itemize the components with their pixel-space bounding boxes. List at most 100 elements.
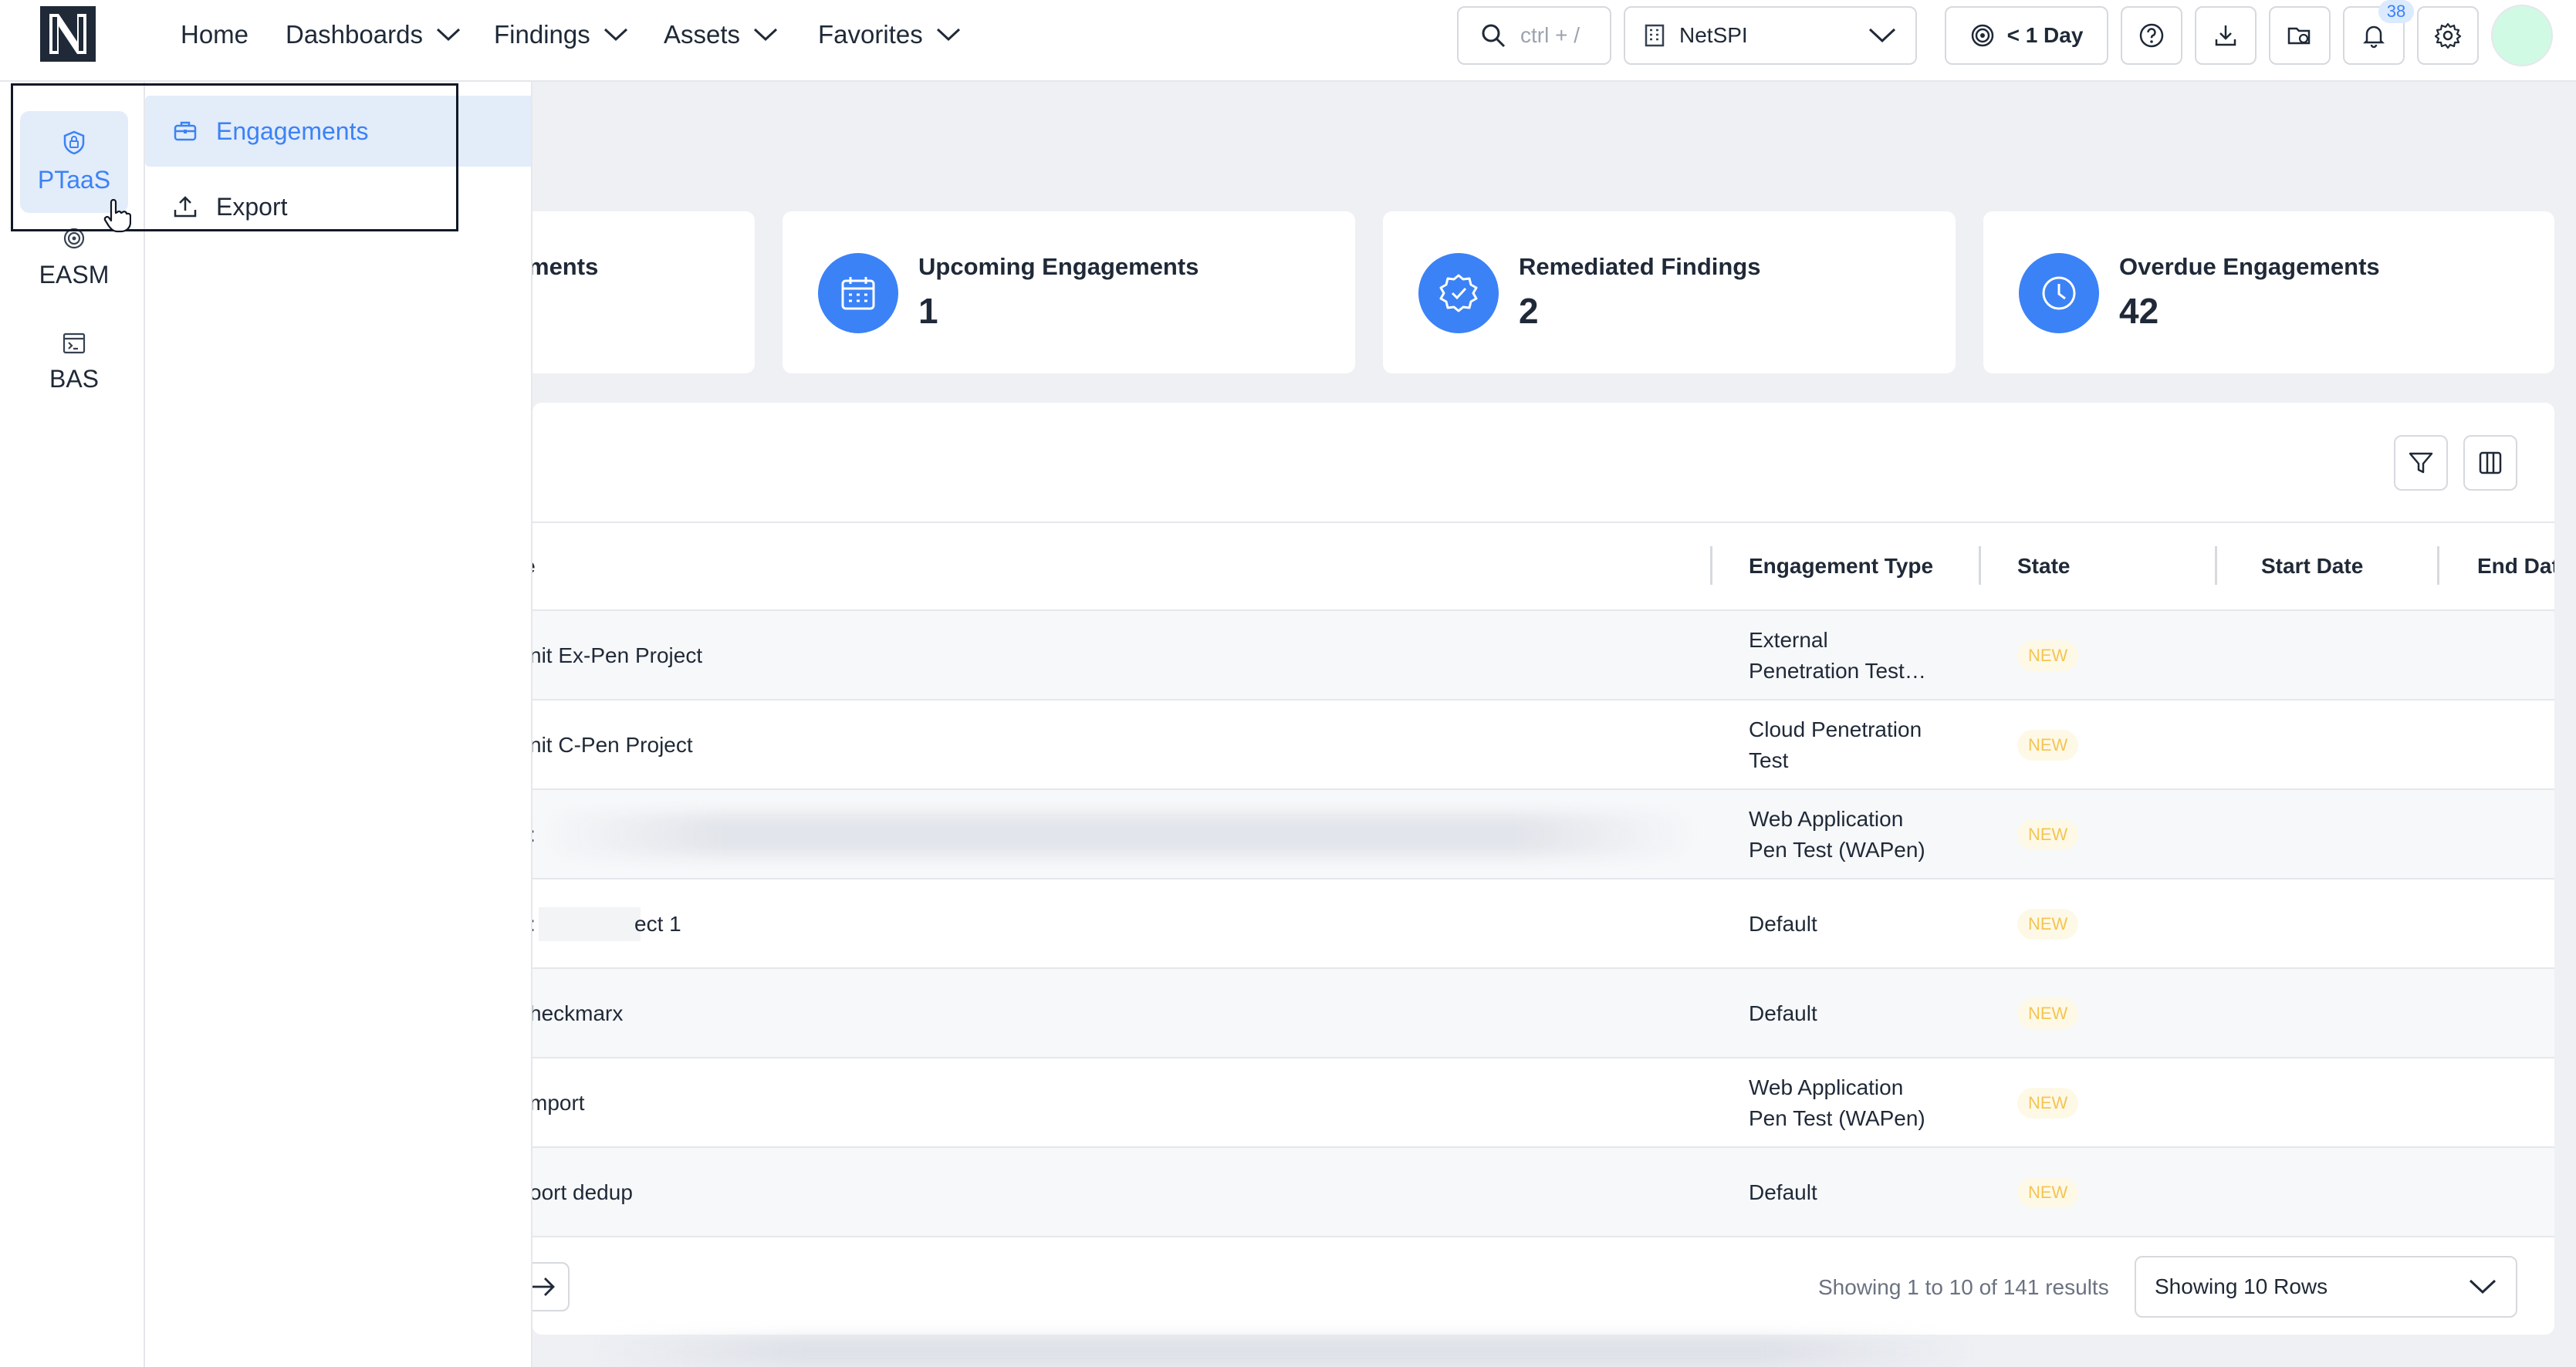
- table-row[interactable]: mport Web Application Pen Test (WAPen) N…: [529, 1058, 2554, 1148]
- nav-home-label: Home: [181, 20, 249, 49]
- building-icon: [1644, 24, 1665, 47]
- columns-icon: [2477, 450, 2503, 476]
- status-badge: NEW: [2017, 909, 2079, 940]
- ptaas-flyout-menu: [145, 82, 532, 1367]
- status-badge: NEW: [2017, 1088, 2079, 1119]
- rail-item-label: PTaaS: [37, 165, 111, 194]
- help-icon: [2138, 22, 2165, 49]
- hand-cursor-icon: [103, 199, 131, 233]
- nav-assets[interactable]: Assets: [664, 0, 779, 69]
- engagement-type-line: Web Application: [1749, 807, 1904, 831]
- netspi-logo[interactable]: [40, 6, 96, 62]
- avatar[interactable]: [2491, 5, 2553, 66]
- rail-item-bas[interactable]: BAS: [20, 322, 128, 403]
- nav-dashboards-label: Dashboards: [286, 20, 423, 49]
- nav-findings[interactable]: Findings: [494, 0, 629, 69]
- table-row[interactable]: : Web Application Pen Test (WAPen) NEW: [529, 790, 2554, 879]
- nav-dashboards[interactable]: Dashboards: [286, 0, 461, 69]
- engagement-name[interactable]: nit C-Pen Project: [529, 700, 693, 790]
- nav-favorites[interactable]: Favorites: [818, 0, 962, 69]
- flyout-item-export[interactable]: Export: [145, 171, 531, 242]
- rows-per-page-select[interactable]: Showing 10 Rows: [2135, 1256, 2517, 1318]
- chevron-down-icon: [603, 27, 629, 42]
- engagement-name[interactable]: heckmarx: [529, 969, 623, 1058]
- engagement-type-line: Pen Test (WAPen): [1749, 838, 1925, 862]
- state-cell: NEW: [2017, 969, 2079, 1058]
- engagement-name[interactable]: ect 1: [634, 879, 681, 969]
- column-header-start-date[interactable]: Start Date: [2261, 521, 2363, 611]
- engagement-type: Web Application Pen Test (WAPen): [1749, 1058, 1980, 1148]
- state-cell: NEW: [2017, 611, 2079, 700]
- settings-button[interactable]: [2417, 6, 2479, 65]
- flyout-item-engagements[interactable]: Engagements: [145, 96, 531, 167]
- column-separator: [2215, 546, 2217, 585]
- target-icon: [63, 227, 86, 250]
- download-button[interactable]: [2195, 6, 2257, 65]
- redacted-text-blur: [540, 813, 1698, 856]
- status-badge: NEW: [2017, 998, 2079, 1029]
- table-header: [532, 521, 2554, 611]
- filter-icon: [2408, 450, 2434, 476]
- left-rail: PTaaS EASM BAS: [0, 82, 145, 1367]
- state-cell: NEW: [2017, 700, 2079, 790]
- rail-item-ptaas[interactable]: PTaaS: [20, 111, 128, 213]
- engagement-name[interactable]: nit Ex-Pen Project: [529, 611, 702, 700]
- engagement-type-line: External: [1749, 628, 1828, 652]
- stat-card-upcoming: Upcoming Engagements 1: [783, 211, 1355, 373]
- columns-button[interactable]: [2463, 435, 2517, 491]
- engagement-name[interactable]: oort dedup: [529, 1148, 633, 1237]
- status-badge: NEW: [2017, 1177, 2079, 1208]
- chevron-down-icon: [1868, 27, 1897, 44]
- table-row[interactable]: heckmarx Default NEW: [529, 969, 2554, 1058]
- engagement-type-line: Web Application: [1749, 1075, 1904, 1099]
- clock-icon: [2019, 253, 2099, 333]
- flyout-item-label: Engagements: [216, 116, 369, 145]
- table-row[interactable]: : ect 1 Default NEW: [529, 879, 2554, 969]
- folder-sync-button[interactable]: [2269, 6, 2331, 65]
- redacted-text-blur: [587, 1336, 1976, 1367]
- engagement-type: Web Application Pen Test (WAPen): [1749, 790, 1980, 879]
- column-header-end-date[interactable]: End Dat: [2477, 521, 2554, 611]
- time-range-button[interactable]: < 1 Day: [1945, 6, 2108, 65]
- organization-select[interactable]: NetSPI: [1624, 6, 1917, 65]
- filter-button[interactable]: [2394, 435, 2448, 491]
- nav-favorites-label: Favorites: [818, 20, 923, 49]
- briefcase-icon: [173, 120, 198, 143]
- engagement-type-line: Test: [1749, 748, 1789, 772]
- column-separator: [1979, 546, 1981, 585]
- notification-count-badge: 38: [2378, 0, 2414, 23]
- engagement-name[interactable]: mport: [529, 1058, 585, 1148]
- chevron-down-icon: [435, 27, 461, 42]
- arrow-right-icon: [530, 1275, 556, 1298]
- table-row[interactable]: nit C-Pen Project Cloud Penetration Test…: [529, 700, 2554, 790]
- calendar-icon: [818, 253, 898, 333]
- bell-icon: [2361, 22, 2387, 49]
- rail-item-label: BAS: [49, 364, 100, 393]
- shield-icon: [63, 130, 86, 155]
- status-badge: NEW: [2017, 819, 2079, 850]
- column-separator: [1710, 546, 1712, 585]
- stat-label: Overdue Engagements: [2119, 253, 2380, 280]
- engagement-type: External Penetration Test…: [1749, 611, 1980, 700]
- help-button[interactable]: [2121, 6, 2182, 65]
- state-cell: NEW: [2017, 1058, 2079, 1148]
- column-header-engagement-type[interactable]: Engagement Type: [1749, 521, 1933, 611]
- state-cell: NEW: [2017, 879, 2079, 969]
- stat-label: Upcoming Engagements: [918, 253, 1199, 280]
- status-badge: NEW: [2017, 640, 2079, 671]
- stat-value: 42: [2119, 291, 2159, 331]
- pagination-results-text: Showing 1 to 10 of 141 results: [1818, 1275, 2109, 1299]
- chevron-down-icon: [935, 27, 962, 42]
- flyout-item-label: Export: [216, 192, 288, 221]
- stat-value: 2: [1519, 291, 1539, 331]
- upload-icon: [173, 195, 198, 218]
- table-row[interactable]: oort dedup Default NEW: [529, 1148, 2554, 1237]
- stat-label: Remediated Findings: [1519, 253, 1761, 280]
- global-search-button[interactable]: ctrl + /: [1457, 6, 1611, 65]
- table-row[interactable]: nit Ex-Pen Project External Penetration …: [529, 611, 2554, 700]
- column-header-state[interactable]: State: [2017, 521, 2070, 611]
- nav-findings-label: Findings: [494, 20, 590, 49]
- gear-icon: [2434, 22, 2462, 49]
- search-icon: [1480, 22, 1506, 49]
- nav-home[interactable]: Home: [181, 0, 248, 69]
